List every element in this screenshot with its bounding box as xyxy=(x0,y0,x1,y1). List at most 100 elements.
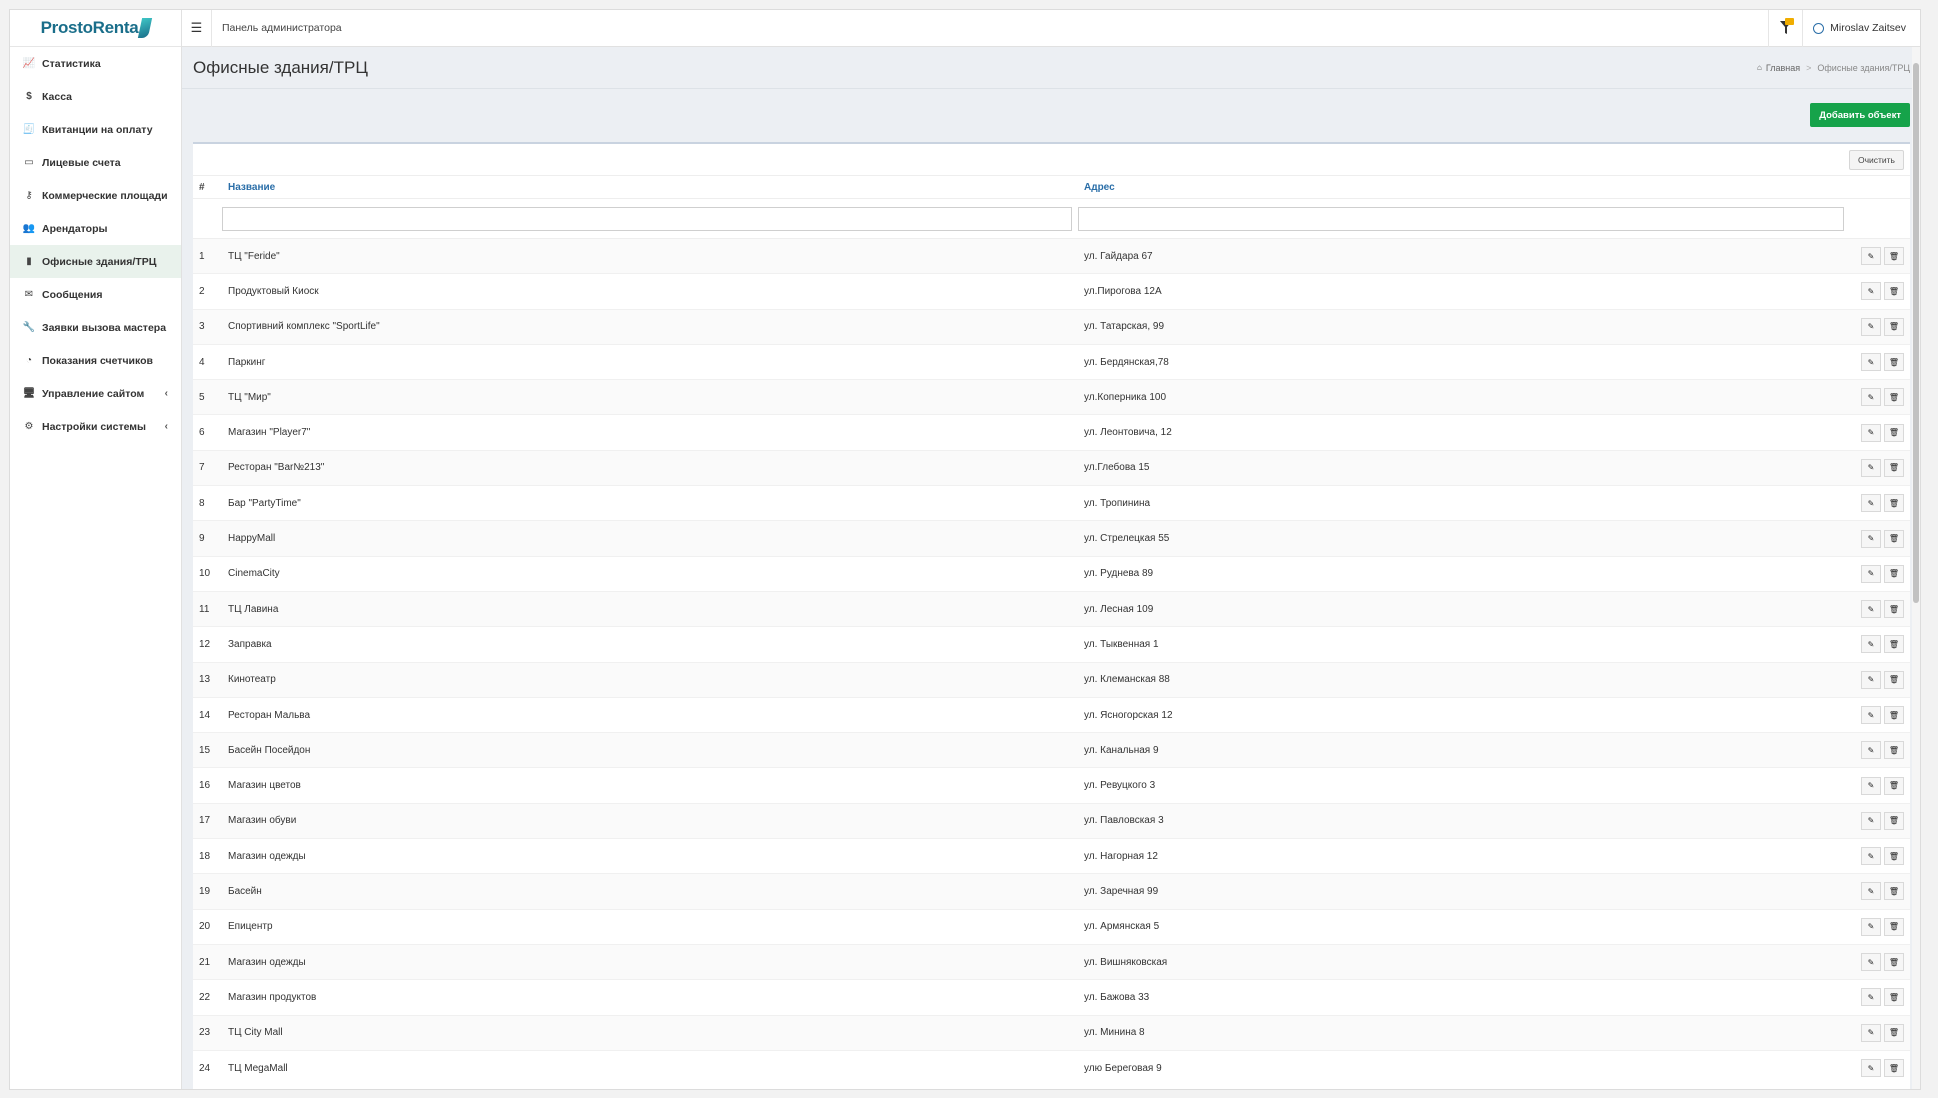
delete-button[interactable]: 🗑 xyxy=(1884,529,1904,548)
edit-button[interactable]: ✎ xyxy=(1861,988,1881,1007)
edit-button[interactable]: ✎ xyxy=(1861,670,1881,689)
table-row: 17 Магазин обуви ул. Павловская 3 ✎ 🗑 xyxy=(193,802,1910,839)
pencil-icon: ✎ xyxy=(1867,357,1875,367)
row-address: ул. Тропинина xyxy=(1078,485,1850,521)
app-window: ProstoRenta 📈 Статистика $ Касса 🧾 Квитанции … xyxy=(9,9,1921,1090)
delete-button[interactable]: 🗑 xyxy=(1884,1023,1904,1042)
sidebar-item-key[interactable]: ⚷ Коммерческие площади xyxy=(10,179,181,212)
logo-text: ProstoRenta xyxy=(40,18,139,37)
delete-button[interactable]: 🗑 xyxy=(1884,247,1904,266)
add-object-button[interactable]: Добавить объект xyxy=(1810,103,1910,127)
delete-button[interactable]: 🗑 xyxy=(1884,423,1904,442)
edit-button[interactable]: ✎ xyxy=(1861,706,1881,724)
edit-button[interactable]: ✎ xyxy=(1861,458,1881,477)
edit-button[interactable]: ✎ xyxy=(1861,388,1881,407)
row-address: ул. Павловская 3 xyxy=(1078,802,1850,839)
address-filter-input[interactable] xyxy=(1078,206,1844,231)
row-name: Басейн Посейдон xyxy=(222,732,1078,768)
sidebar-item-label: Офисные здания/ТРЦ xyxy=(42,255,157,268)
row-address: ул. Минина 8 xyxy=(1078,1014,1850,1051)
delete-button[interactable]: 🗑 xyxy=(1884,494,1904,513)
delete-button[interactable]: 🗑 xyxy=(1884,353,1904,372)
row-num: 19 xyxy=(193,873,222,910)
edit-button[interactable]: ✎ xyxy=(1861,811,1881,830)
row-actions: ✎ 🗑 xyxy=(1850,767,1910,804)
delete-button[interactable]: 🗑 xyxy=(1884,282,1904,301)
sidebar-item-desktop[interactable]: 🖥 Управление сайтом ‹ xyxy=(10,377,181,410)
edit-button[interactable]: ✎ xyxy=(1861,953,1881,972)
delete-button[interactable]: 🗑 xyxy=(1884,741,1904,760)
clear-filters-button[interactable]: Очистить xyxy=(1848,149,1904,170)
table-row: 20 Епицентр ул. Армянская 5 ✎ 🗑 xyxy=(193,908,1910,945)
edit-button[interactable]: ✎ xyxy=(1861,282,1881,301)
sidebar-item-gauge[interactable]: ◔ Показания счетчиков xyxy=(10,344,181,377)
edit-button[interactable]: ✎ xyxy=(1861,247,1881,266)
users-icon: 👥 xyxy=(22,223,36,234)
delete-button[interactable]: 🗑 xyxy=(1884,953,1904,972)
edit-button[interactable]: ✎ xyxy=(1861,353,1881,372)
delete-button[interactable]: 🗑 xyxy=(1884,388,1904,407)
trash-icon: 🗑 xyxy=(1888,639,1900,649)
row-name: Магазин "Player7" xyxy=(222,414,1078,451)
delete-button[interactable]: 🗑 xyxy=(1884,600,1904,619)
name-filter-input[interactable] xyxy=(222,206,1072,231)
edit-button[interactable]: ✎ xyxy=(1861,847,1881,866)
edit-button[interactable]: ✎ xyxy=(1861,741,1881,760)
row-address: ул. Бажова 33 xyxy=(1078,979,1850,1016)
table-row: 22 Магазин продуктов ул. Бажова 33 ✎ 🗑 xyxy=(193,979,1910,1016)
delete-button[interactable]: 🗑 xyxy=(1884,635,1904,654)
pencil-icon: ✎ xyxy=(1867,745,1875,755)
edit-button[interactable]: ✎ xyxy=(1861,882,1881,901)
edit-button[interactable]: ✎ xyxy=(1861,1023,1881,1042)
edit-button[interactable]: ✎ xyxy=(1861,600,1881,619)
pencil-icon: ✎ xyxy=(1867,498,1875,508)
sidebar-item-building[interactable]: ▮ Офисные здания/ТРЦ xyxy=(10,245,181,278)
scrollbar-thumb[interactable] xyxy=(1913,63,1919,603)
edit-button[interactable]: ✎ xyxy=(1861,494,1881,513)
delete-button[interactable]: 🗑 xyxy=(1884,988,1904,1007)
sidebar-item-cogs[interactable]: ⚙ Настройки системы ‹ xyxy=(10,410,181,443)
edit-button[interactable]: ✎ xyxy=(1861,564,1881,583)
column-header-address[interactable]: Адрес xyxy=(1078,175,1850,199)
user-menu[interactable]: Miroslav Zaitsev xyxy=(1802,10,1920,47)
edit-button[interactable]: ✎ xyxy=(1861,317,1881,336)
sidebar-item-chart-line[interactable]: 📈 Статистика xyxy=(10,47,181,80)
delete-button[interactable]: 🗑 xyxy=(1884,1059,1904,1078)
sidebar-item-dollar[interactable]: $ Касса xyxy=(10,80,181,113)
desktop-icon: 🖥 xyxy=(22,388,36,399)
sidebar-item-envelope[interactable]: ✉ Сообщения xyxy=(10,278,181,311)
sidebar-item-credit-card[interactable]: ▭ Лицевые счета xyxy=(10,146,181,179)
edit-button[interactable]: ✎ xyxy=(1861,917,1881,936)
edit-button[interactable]: ✎ xyxy=(1861,635,1881,654)
edit-button[interactable]: ✎ xyxy=(1861,776,1881,795)
breadcrumb-home-link[interactable]: Главная xyxy=(1766,63,1800,73)
edit-button[interactable]: ✎ xyxy=(1861,1059,1881,1078)
delete-button[interactable]: 🗑 xyxy=(1884,811,1904,830)
row-name: ТЦ Лавина xyxy=(222,590,1078,627)
building-icon: ▮ xyxy=(26,256,32,267)
page-scrollbar[interactable] xyxy=(1912,47,1920,1089)
edit-button[interactable]: ✎ xyxy=(1861,423,1881,442)
trash-icon: 🗑 xyxy=(1888,922,1900,932)
delete-button[interactable]: 🗑 xyxy=(1884,564,1904,583)
sidebar-item-users[interactable]: 👥 Арендаторы xyxy=(10,212,181,245)
table-row: 19 Басейн ул. Заречная 99 ✎ 🗑 xyxy=(193,873,1910,910)
delete-button[interactable]: 🗑 xyxy=(1884,670,1904,689)
delete-button[interactable]: 🗑 xyxy=(1884,847,1904,866)
notifications-button[interactable] xyxy=(1768,10,1802,47)
row-actions: ✎ 🗑 xyxy=(1850,1049,1910,1086)
trash-icon: 🗑 xyxy=(1888,357,1900,367)
delete-button[interactable]: 🗑 xyxy=(1884,776,1904,795)
delete-button[interactable]: 🗑 xyxy=(1884,317,1904,336)
sidebar-item-receipt[interactable]: 🧾 Квитанции на оплату xyxy=(10,113,181,146)
menu-toggle-button[interactable]: ☰ xyxy=(182,10,212,47)
delete-button[interactable]: 🗑 xyxy=(1884,882,1904,901)
sidebar-item-wrench[interactable]: 🔧 Заявки вызова мастера xyxy=(10,311,181,344)
edit-button[interactable]: ✎ xyxy=(1861,529,1881,548)
delete-button[interactable]: 🗑 xyxy=(1884,458,1904,477)
logo[interactable]: ProstoRenta xyxy=(10,10,181,47)
table-row: 15 Басейн Посейдон ул. Канальная 9 ✎ 🗑 xyxy=(193,732,1910,768)
column-header-name[interactable]: Название xyxy=(222,175,1078,199)
delete-button[interactable]: 🗑 xyxy=(1884,917,1904,936)
delete-button[interactable]: 🗑 xyxy=(1884,706,1904,724)
